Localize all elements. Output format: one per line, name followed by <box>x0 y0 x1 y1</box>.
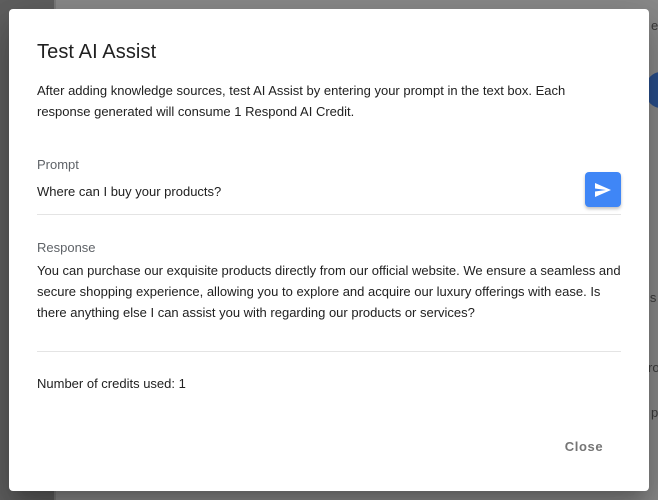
background-text: er <box>651 18 658 33</box>
dialog-title: Test AI Assist <box>37 41 157 63</box>
close-button[interactable]: Close <box>552 432 616 460</box>
dialog-description: After adding knowledge sources, test AI … <box>37 83 566 119</box>
prompt-input[interactable] <box>37 181 567 201</box>
send-button[interactable] <box>585 172 621 207</box>
response-label: Response <box>37 240 96 255</box>
background-text: p <box>651 405 658 420</box>
prompt-divider <box>37 214 621 215</box>
background-text: ro <box>648 360 658 375</box>
prompt-label: Prompt <box>37 157 79 172</box>
credits-used-text: Number of credits used: 1 <box>37 376 186 391</box>
test-ai-assist-dialog: Test AI Assist After adding knowledge so… <box>9 9 649 491</box>
response-divider <box>37 351 621 352</box>
response-text: You can purchase our exquisite products … <box>37 263 621 320</box>
send-icon <box>594 182 612 198</box>
